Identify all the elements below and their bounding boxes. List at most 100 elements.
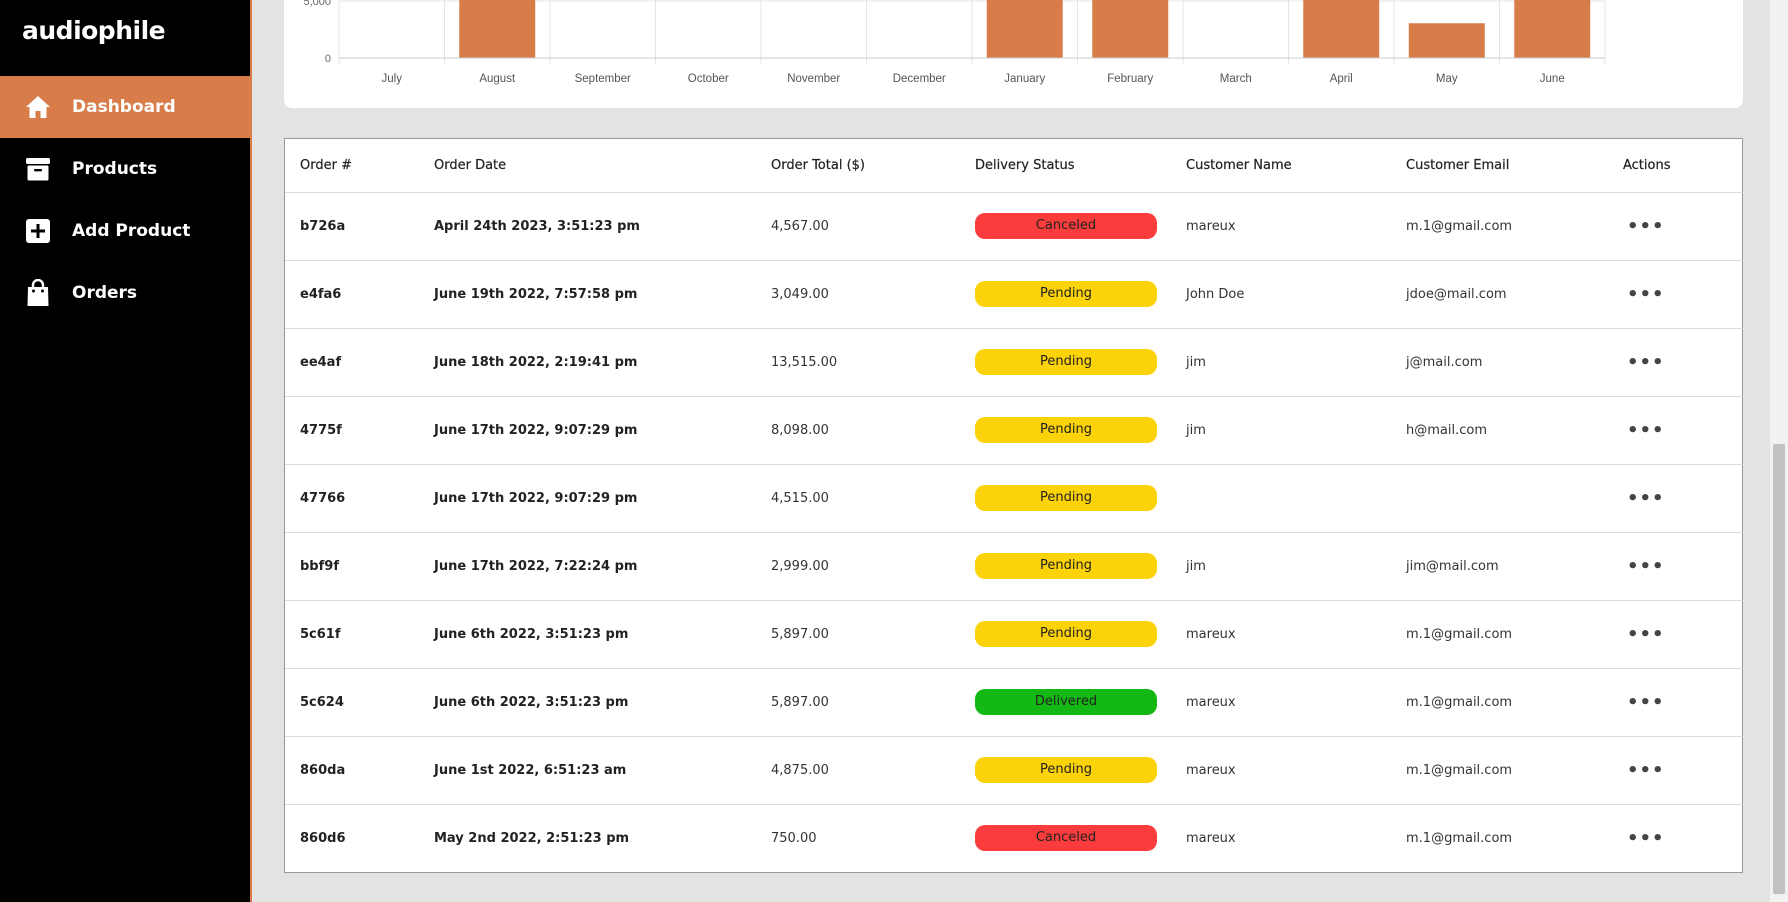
more-actions-icon[interactable]: •••: [1623, 216, 1665, 237]
order-date: June 17th 2022, 9:07:29 pm: [419, 464, 756, 533]
customer-name: mareux: [1171, 192, 1391, 261]
x-tick-label: November: [787, 73, 840, 85]
order-date: June 17th 2022, 9:07:29 pm: [419, 396, 756, 465]
x-tick-label: April: [1330, 73, 1353, 85]
customer-name: mareux: [1171, 668, 1391, 737]
more-actions-icon[interactable]: •••: [1623, 352, 1665, 373]
status-badge: Pending: [975, 757, 1157, 783]
table-row[interactable]: 47766 June 17th 2022, 9:07:29 pm 4,515.00 P…: [285, 464, 1744, 533]
actions-cell: •••: [1608, 192, 1744, 261]
column-header-delivery-status[interactable]: Delivery Status: [960, 139, 1171, 193]
column-header-order-date[interactable]: Order Date: [419, 139, 756, 193]
table-row[interactable]: e4fa6 June 19th 2022, 7:57:58 pm 3,049.00 P…: [285, 260, 1744, 329]
order-total: 2,999.00: [756, 532, 960, 601]
status-badge: Delivered: [975, 689, 1157, 715]
chart-bar[interactable]: [986, 0, 1063, 58]
sidebar-item-add-product[interactable]: Add Product: [0, 200, 252, 262]
customer-name: jim: [1171, 328, 1391, 397]
order-date: June 17th 2022, 7:22:24 pm: [419, 532, 756, 601]
table-row[interactable]: 860d6 May 2nd 2022, 2:51:23 pm 750.00 Cance…: [285, 804, 1744, 872]
page-scrollbar[interactable]: [1770, 0, 1788, 902]
x-tick-label: January: [1004, 73, 1045, 85]
actions-cell: •••: [1608, 668, 1744, 737]
customer-name: John Doe: [1171, 260, 1391, 329]
order-total: 4,567.00: [756, 192, 960, 261]
shopping-bag-icon: [24, 279, 52, 307]
more-actions-icon[interactable]: •••: [1623, 420, 1665, 441]
more-actions-icon[interactable]: •••: [1623, 488, 1665, 509]
customer-name: jim: [1171, 396, 1391, 465]
chart-bar[interactable]: [1408, 23, 1485, 58]
archive-box-icon: [24, 155, 52, 183]
customer-email: [1391, 464, 1608, 533]
table-row[interactable]: 5c61f June 6th 2022, 3:51:23 pm 5,897.00 Pe…: [285, 600, 1744, 669]
x-tick-label: March: [1220, 73, 1252, 85]
status-badge: Pending: [975, 485, 1157, 511]
order-number: e4fa6: [285, 260, 419, 329]
chart-bar[interactable]: [459, 0, 536, 58]
app-logo: audiophile: [22, 16, 166, 45]
column-header-customer-email[interactable]: Customer Email: [1391, 139, 1608, 193]
table-row[interactable]: b726a April 24th 2023, 3:51:23 pm 4,567.00…: [285, 192, 1744, 261]
delivery-status-cell: Pending: [960, 396, 1171, 465]
customer-email: m.1@gmail.com: [1406, 830, 1513, 846]
table-row[interactable]: 860da June 1st 2022, 6:51:23 am 4,875.00 Pe…: [285, 736, 1744, 805]
order-date: June 19th 2022, 7:57:58 pm: [419, 260, 756, 329]
delivery-status-cell: Pending: [960, 736, 1171, 805]
customer-email: m.1@gmail.com: [1391, 736, 1608, 805]
sidebar-item-dashboard[interactable]: Dashboard: [0, 76, 252, 138]
actions-cell: •••: [1608, 260, 1744, 329]
more-actions-icon[interactable]: •••: [1623, 624, 1665, 645]
sales-chart-card: 5,000 0 July August September October November…: [284, 0, 1743, 108]
x-tick-label: September: [575, 73, 631, 85]
more-actions-icon[interactable]: •••: [1623, 556, 1665, 577]
delivery-status-cell: Pending: [960, 464, 1171, 533]
table-row[interactable]: ee4af June 18th 2022, 2:19:41 pm 13,515.00…: [285, 328, 1744, 397]
order-number: 5c61f: [285, 600, 419, 669]
column-header-customer-name[interactable]: Customer Name: [1171, 139, 1391, 193]
delivery-status-cell: Canceled: [960, 192, 1171, 261]
order-total: 4,515.00: [756, 464, 960, 533]
home-icon: [24, 93, 52, 121]
delivery-status-cell: Pending: [960, 600, 1171, 669]
more-actions-icon[interactable]: •••: [1623, 760, 1665, 781]
order-total: 5,897.00: [756, 668, 960, 737]
more-actions-icon[interactable]: •••: [1623, 828, 1665, 849]
y-tick-label: 5,000: [303, 0, 331, 8]
actions-cell: •••: [1608, 396, 1744, 465]
column-header-order-total[interactable]: Order Total ($): [756, 139, 960, 193]
delivery-status-cell: Delivered: [960, 668, 1171, 737]
order-date: June 6th 2022, 3:51:23 pm: [419, 600, 756, 669]
more-actions-icon[interactable]: •••: [1623, 284, 1665, 305]
column-header-actions: Actions: [1608, 139, 1744, 193]
order-date: April 24th 2023, 3:51:23 pm: [419, 192, 756, 261]
x-tick-label: October: [688, 73, 729, 85]
order-number: bbf9f: [285, 532, 419, 601]
table-row[interactable]: bbf9f June 17th 2022, 7:22:24 pm 2,999.00 P…: [285, 532, 1744, 601]
sidebar-item-products[interactable]: Products: [0, 138, 252, 200]
scrollbar-thumb[interactable]: [1773, 444, 1785, 894]
status-badge: Pending: [975, 553, 1157, 579]
table-row[interactable]: 4775f June 17th 2022, 9:07:29 pm 8,098.00 P…: [285, 396, 1744, 465]
order-total: 8,098.00: [756, 396, 960, 465]
order-number: 47766: [285, 464, 419, 533]
order-total: 13,515.00: [756, 328, 960, 397]
order-number: 860da: [285, 736, 419, 805]
actions-cell: •••: [1608, 328, 1744, 397]
order-number: 5c624: [285, 668, 419, 737]
x-tick-label: May: [1436, 73, 1458, 85]
delivery-status-cell: Canceled: [960, 804, 1171, 872]
sidebar-item-orders[interactable]: Orders: [0, 262, 252, 324]
status-badge: Pending: [975, 417, 1157, 443]
customer-email: j@mail.com: [1391, 328, 1608, 397]
table-row[interactable]: 5c624 June 6th 2022, 3:51:23 pm 5,897.00 De…: [285, 668, 1744, 737]
customer-email: jdoe@mail.com: [1391, 260, 1608, 329]
status-badge: Pending: [975, 349, 1157, 375]
chart-bar[interactable]: [1092, 0, 1169, 58]
column-header-order-number[interactable]: Order #: [285, 139, 419, 193]
more-actions-icon[interactable]: •••: [1623, 692, 1665, 713]
order-date: June 1st 2022, 6:51:23 am: [419, 736, 756, 805]
plus-square-icon: [24, 217, 52, 245]
chart-bar[interactable]: [1303, 0, 1380, 58]
chart-bar[interactable]: [1514, 0, 1591, 58]
